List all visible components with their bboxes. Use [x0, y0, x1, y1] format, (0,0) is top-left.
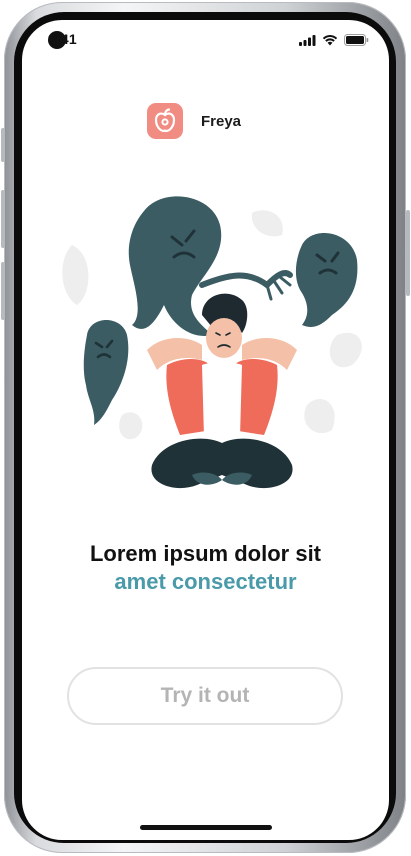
- wifi-icon: [322, 35, 338, 46]
- volume-up-button: [1, 190, 5, 248]
- front-camera: [48, 31, 66, 49]
- side-button: [1, 128, 5, 162]
- brand-name: Freya: [201, 113, 242, 130]
- power-button: [406, 210, 410, 296]
- headline: Lorem ipsum dolor sit amet consectetur: [22, 540, 389, 596]
- apple-logo-icon: [147, 103, 183, 139]
- status-icons: [299, 34, 369, 46]
- home-indicator[interactable]: [140, 825, 272, 830]
- headline-line-1: Lorem ipsum dolor sit: [89, 541, 322, 566]
- brand-header: Freya: [22, 103, 389, 143]
- headline-line-2: amet consectetur: [114, 569, 297, 594]
- anxious-woman-illustration: [52, 175, 372, 515]
- volume-down-button: [1, 262, 5, 320]
- screen: 9:41: [22, 20, 389, 840]
- try-it-out-button[interactable]: Try it out: [67, 667, 343, 725]
- status-bar: 9:41: [22, 20, 389, 60]
- battery-icon: [344, 34, 369, 46]
- signal-icon: [299, 34, 316, 46]
